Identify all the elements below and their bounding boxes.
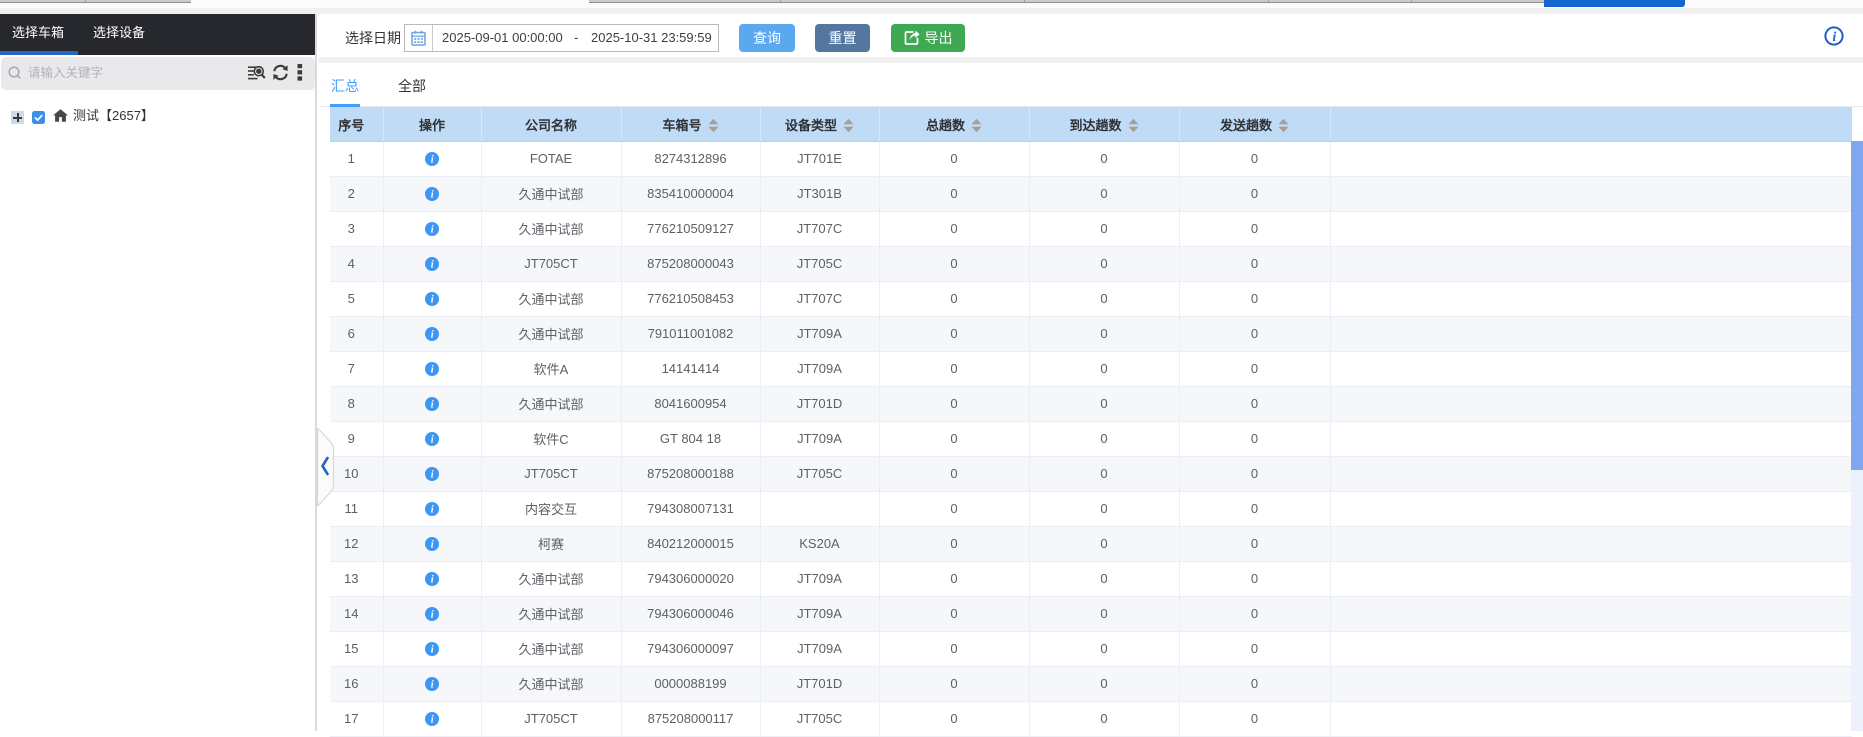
svg-text:i: i: [431, 645, 434, 656]
svg-text:i: i: [431, 435, 434, 446]
svg-text:i: i: [431, 680, 434, 691]
svg-text:i: i: [431, 540, 434, 551]
svg-text:i: i: [431, 610, 434, 621]
svg-text:i: i: [431, 365, 434, 376]
svg-text:i: i: [431, 575, 434, 586]
svg-text:i: i: [431, 155, 434, 166]
svg-text:i: i: [431, 505, 434, 516]
svg-text:i: i: [431, 715, 434, 726]
svg-text:i: i: [1833, 29, 1837, 44]
svg-text:i: i: [431, 470, 434, 481]
svg-text:i: i: [431, 260, 434, 271]
svg-text:i: i: [431, 400, 434, 411]
svg-text:i: i: [431, 225, 434, 236]
svg-text:i: i: [431, 330, 434, 341]
svg-text:i: i: [431, 295, 434, 306]
svg-text:i: i: [431, 190, 434, 201]
